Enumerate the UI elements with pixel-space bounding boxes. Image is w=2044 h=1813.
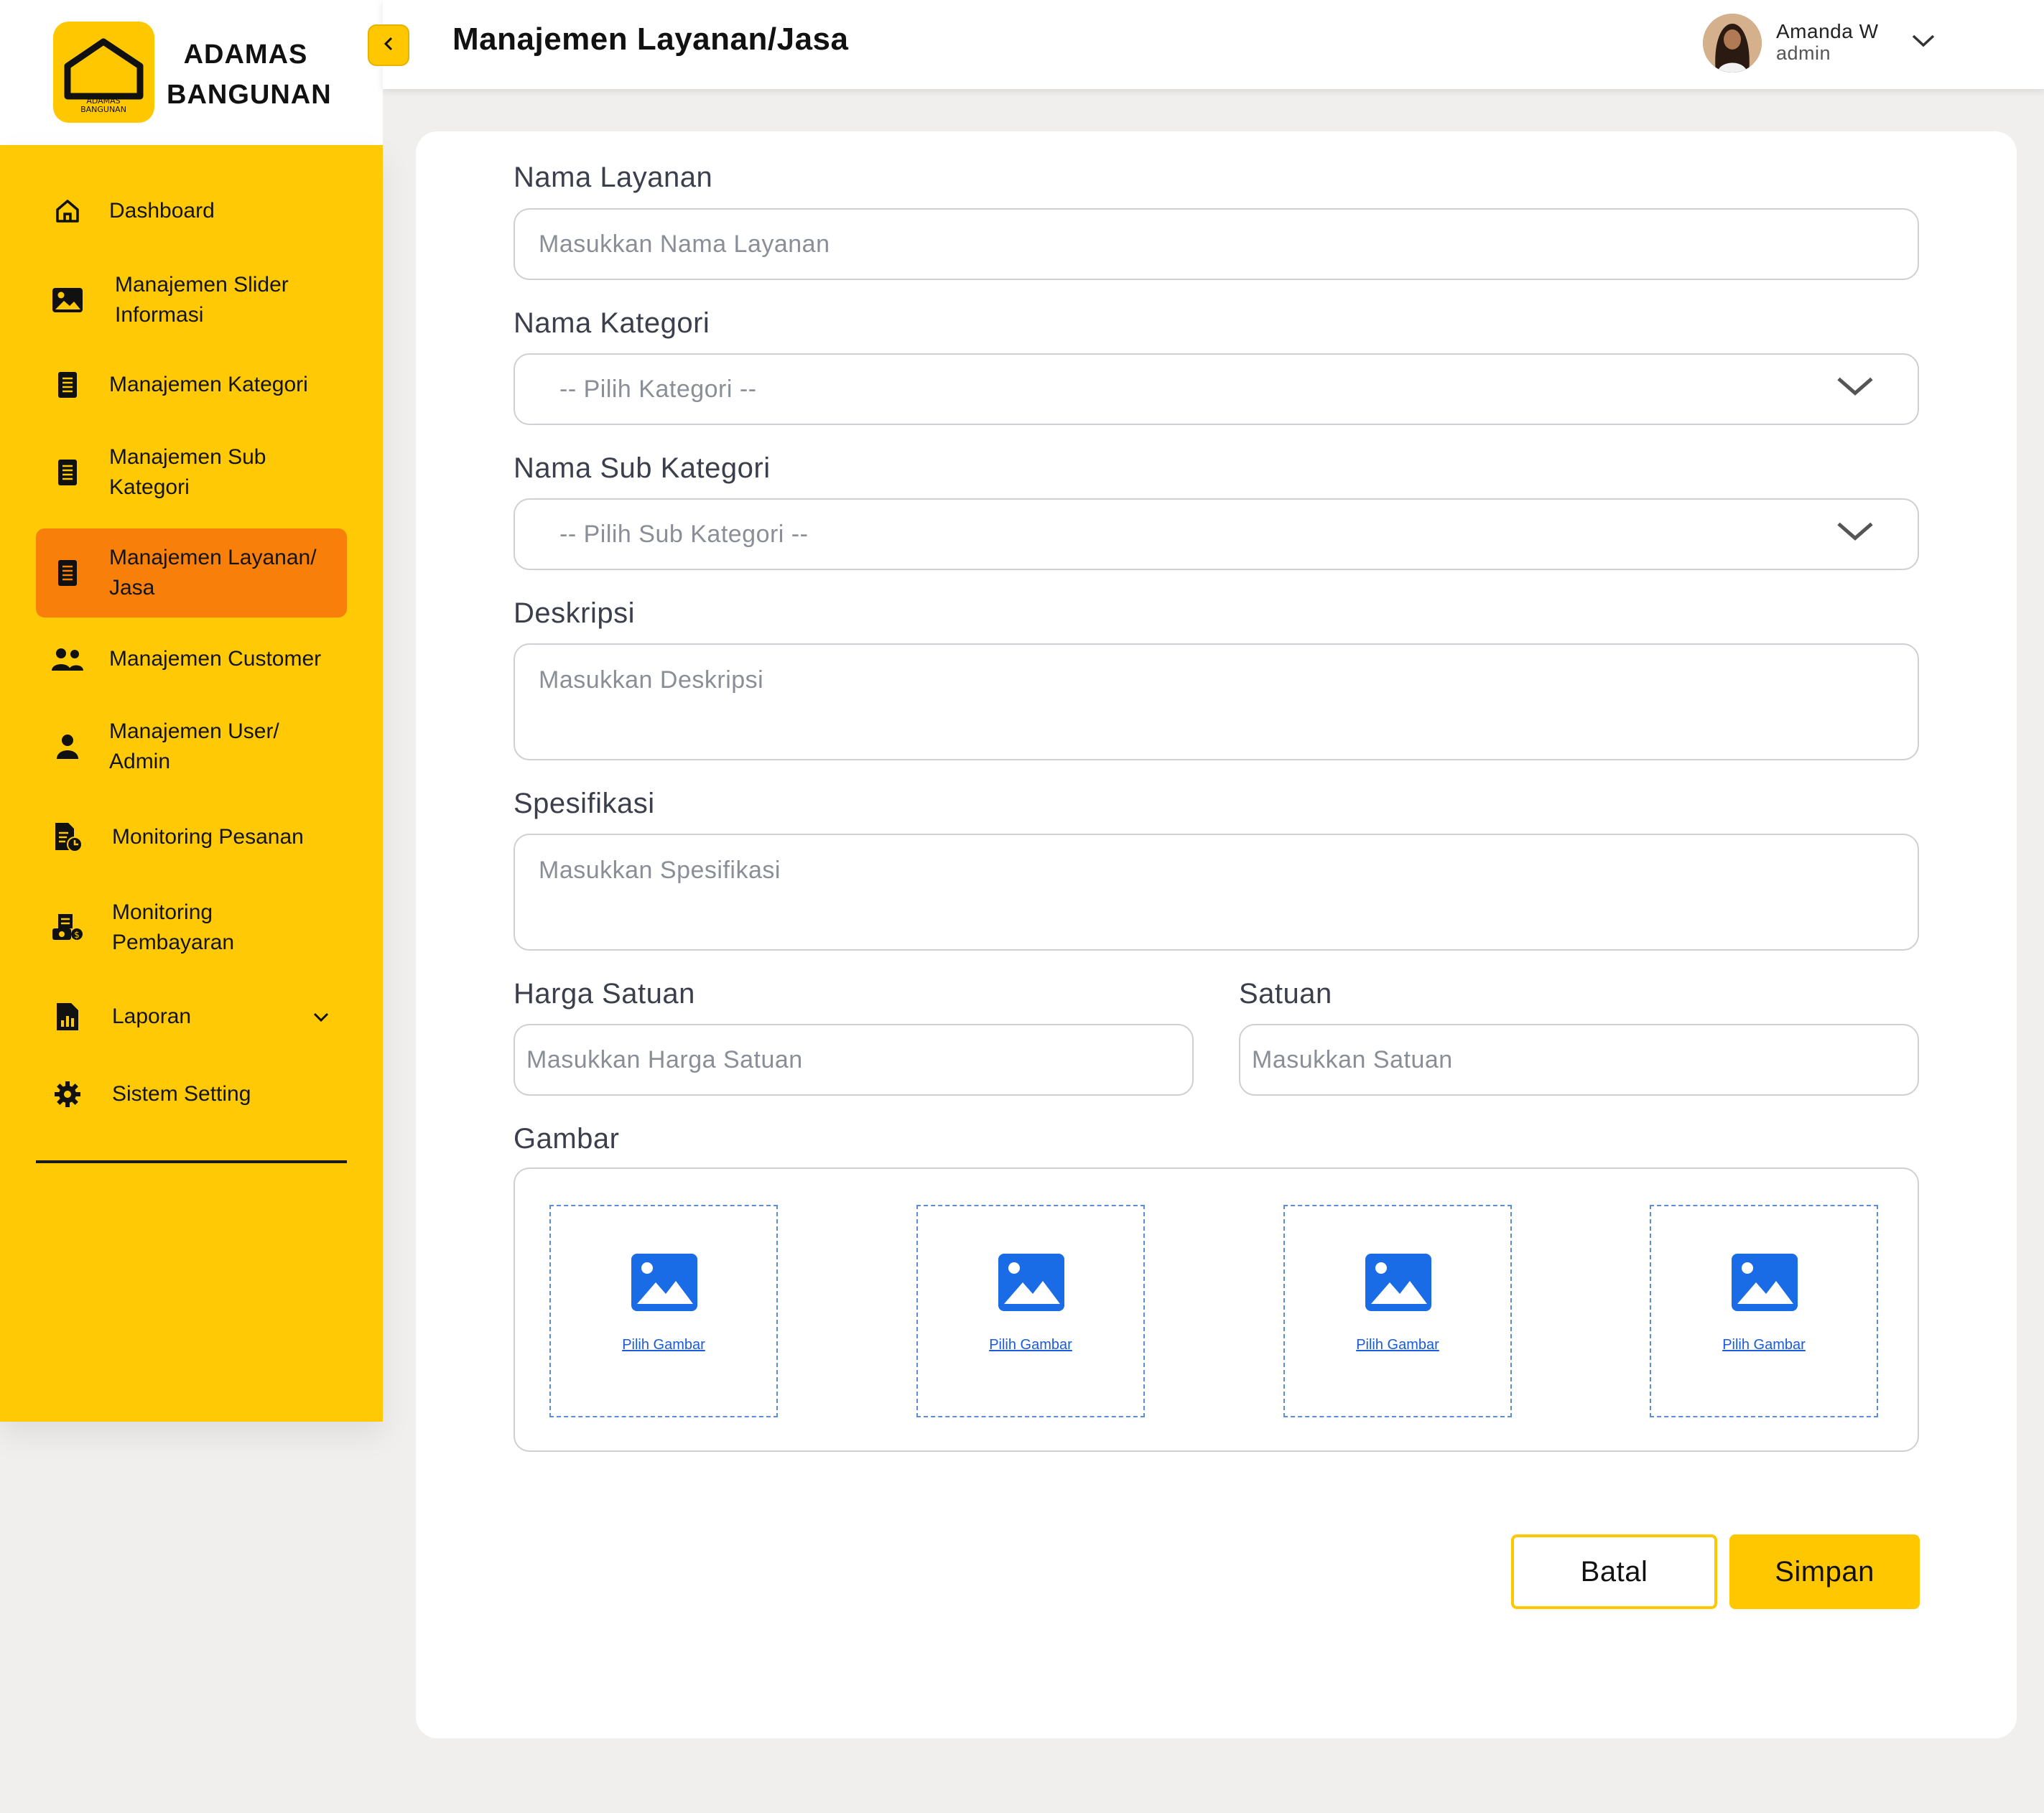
list-icon bbox=[46, 559, 89, 587]
sidebar-item-customer[interactable]: Manajemen Customer bbox=[36, 636, 347, 682]
picture-icon bbox=[1732, 1254, 1798, 1311]
sidebar-item-label: Monitoring Pembayaran bbox=[112, 900, 235, 954]
report-icon bbox=[46, 1002, 89, 1032]
chevron-down-icon[interactable] bbox=[1911, 33, 1936, 52]
deskripsi-placeholder: Masukkan Deskripsi bbox=[539, 666, 764, 694]
brand-name: ADAMAS BANGUNAN bbox=[167, 34, 332, 115]
sidebar-divider bbox=[36, 1160, 347, 1163]
pick-image-link[interactable]: Pilih Gambar bbox=[918, 1337, 1143, 1353]
sidebar-item-label: Manajemen Sub Kategori bbox=[109, 445, 266, 499]
chevron-down-icon bbox=[1836, 376, 1875, 404]
chevron-left-icon bbox=[381, 35, 396, 56]
image-gallery: Pilih Gambar Pilih Gambar Pilih Gambar P… bbox=[514, 1168, 1919, 1452]
image-upload-slot[interactable]: Pilih Gambar bbox=[916, 1205, 1145, 1417]
nama-layanan-label: Nama Layanan bbox=[514, 162, 713, 193]
harga-label: Harga Satuan bbox=[514, 978, 695, 1010]
sidebar-item-monitoring-pesanan[interactable]: Monitoring Pesanan bbox=[36, 814, 347, 860]
nama-layanan-placeholder: Masukkan Nama Layanan bbox=[539, 230, 830, 258]
users-icon bbox=[46, 646, 89, 672]
list-icon bbox=[46, 458, 89, 487]
sidebar-item-label: Manajemen Slider Informasi bbox=[115, 273, 289, 327]
sidebar: Dashboard Manajemen Slider Informasi Man… bbox=[0, 145, 383, 1422]
sidebar-item-label: Sistem Setting bbox=[112, 1082, 251, 1106]
chevron-down-icon[interactable] bbox=[312, 1002, 330, 1032]
spesifikasi-placeholder: Masukkan Spesifikasi bbox=[539, 857, 781, 884]
user-icon bbox=[46, 733, 89, 760]
satuan-placeholder: Masukkan Satuan bbox=[1252, 1045, 1453, 1073]
brand-name-line1: ADAMAS bbox=[183, 39, 308, 70]
nama-layanan-input[interactable]: Masukkan Nama Layanan bbox=[514, 208, 1919, 280]
gear-icon bbox=[46, 1080, 89, 1109]
sidebar-item-label: Manajemen Kategori bbox=[109, 373, 308, 396]
image-icon bbox=[46, 286, 89, 314]
sidebar-item-label: Manajemen User/ Admin bbox=[109, 719, 279, 773]
cancel-button[interactable]: Batal bbox=[1511, 1534, 1717, 1609]
user-role: admin bbox=[1776, 42, 1831, 64]
svg-text:$: $ bbox=[74, 930, 80, 940]
kategori-selected-value: -- Pilih Kategori -- bbox=[559, 375, 757, 403]
image-upload-slot[interactable]: Pilih Gambar bbox=[1283, 1205, 1512, 1417]
chevron-down-icon bbox=[1836, 521, 1875, 549]
sidebar-item-dashboard[interactable]: Dashboard bbox=[36, 188, 347, 234]
sidebar-item-monitoring-pembayaran[interactable]: $ Monitoring Pembayaran bbox=[36, 893, 347, 962]
sidebar-item-laporan[interactable]: Laporan bbox=[36, 994, 347, 1040]
kategori-select[interactable]: -- Pilih Kategori -- bbox=[514, 353, 1919, 425]
order-monitor-icon bbox=[46, 821, 89, 853]
harga-input[interactable]: Masukkan Harga Satuan bbox=[514, 1024, 1194, 1096]
sidebar-item-layanan[interactable]: Manajemen Layanan/ Jasa bbox=[36, 528, 347, 617]
spesifikasi-textarea[interactable]: Masukkan Spesifikasi bbox=[514, 834, 1919, 951]
sidebar-item-user-admin[interactable]: Manajemen User/ Admin bbox=[36, 712, 347, 781]
sidebar-item-label: Monitoring Pesanan bbox=[112, 825, 304, 849]
brand-area: ADAMAS BANGUNAN ADAMAS BANGUNAN bbox=[0, 0, 383, 145]
spesifikasi-label: Spesifikasi bbox=[514, 788, 655, 819]
brand-logo[interactable]: ADAMAS BANGUNAN bbox=[53, 22, 154, 123]
picture-icon bbox=[631, 1254, 697, 1311]
sidebar-item-sistem-setting[interactable]: Sistem Setting bbox=[36, 1071, 347, 1117]
sidebar-item-label: Manajemen Layanan/ Jasa bbox=[109, 546, 317, 600]
sidebar-item-label: Manajemen Customer bbox=[109, 647, 322, 671]
kategori-label: Nama Kategori bbox=[514, 307, 710, 339]
image-upload-slot[interactable]: Pilih Gambar bbox=[549, 1205, 778, 1417]
pick-image-link[interactable]: Pilih Gambar bbox=[551, 1337, 776, 1353]
sidebar-item-sub-kategori[interactable]: Manajemen Sub Kategori bbox=[36, 438, 347, 507]
sidebar-item-label: Dashboard bbox=[109, 199, 215, 223]
pick-image-link[interactable]: Pilih Gambar bbox=[1285, 1337, 1510, 1353]
image-upload-slot[interactable]: Pilih Gambar bbox=[1650, 1205, 1878, 1417]
form-card: Nama Layanan Masukkan Nama Layanan Nama … bbox=[416, 131, 2017, 1738]
logo-text-bottom: BANGUNAN bbox=[80, 105, 126, 114]
satuan-input[interactable]: Masukkan Satuan bbox=[1239, 1024, 1919, 1096]
list-icon bbox=[46, 370, 89, 399]
picture-icon bbox=[998, 1254, 1064, 1311]
picture-icon bbox=[1365, 1254, 1431, 1311]
sub-kategori-selected-value: -- Pilih Sub Kategori -- bbox=[559, 520, 809, 548]
sub-kategori-label: Nama Sub Kategori bbox=[514, 452, 771, 484]
sidebar-collapse-button[interactable] bbox=[368, 24, 409, 66]
brand-name-line2: BANGUNAN bbox=[167, 80, 332, 110]
deskripsi-textarea[interactable]: Masukkan Deskripsi bbox=[514, 643, 1919, 760]
harga-placeholder: Masukkan Harga Satuan bbox=[526, 1045, 803, 1073]
gambar-label: Gambar bbox=[514, 1123, 620, 1155]
user-name: Amanda W bbox=[1776, 20, 1879, 42]
home-icon bbox=[46, 197, 89, 225]
pick-image-link[interactable]: Pilih Gambar bbox=[1651, 1337, 1877, 1353]
top-header: Manajemen Layanan/Jasa Amanda W admin bbox=[383, 0, 2044, 89]
avatar[interactable] bbox=[1703, 14, 1762, 73]
page-title: Manajemen Layanan/Jasa bbox=[452, 22, 849, 57]
sidebar-item-slider[interactable]: Manajemen Slider Informasi bbox=[36, 266, 347, 335]
sidebar-item-kategori[interactable]: Manajemen Kategori bbox=[36, 362, 347, 408]
satuan-label: Satuan bbox=[1239, 978, 1332, 1010]
sub-kategori-select[interactable]: -- Pilih Sub Kategori -- bbox=[514, 498, 1919, 570]
deskripsi-label: Deskripsi bbox=[514, 597, 635, 629]
payment-monitor-icon: $ bbox=[46, 913, 89, 943]
sidebar-item-label: Laporan bbox=[112, 1005, 192, 1028]
save-button[interactable]: Simpan bbox=[1729, 1534, 1920, 1609]
